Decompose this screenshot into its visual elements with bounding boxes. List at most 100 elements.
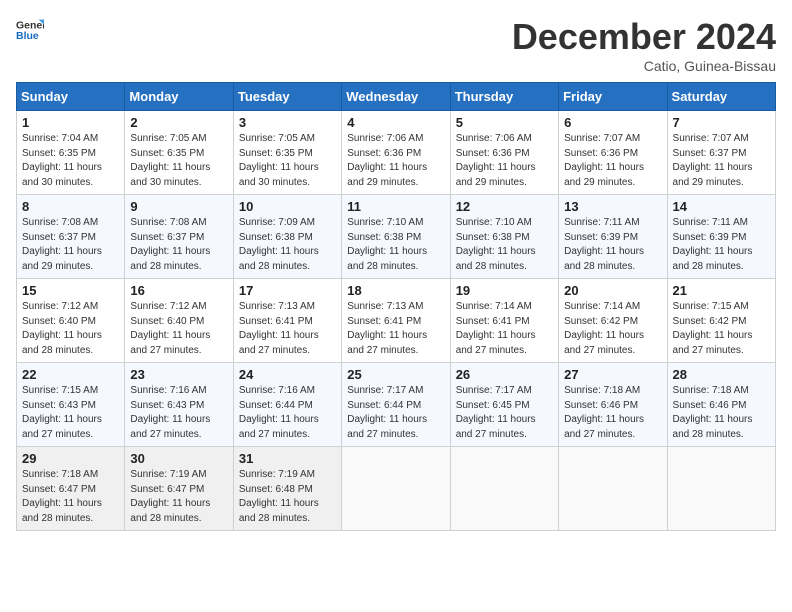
weekday-header-monday: Monday bbox=[125, 83, 233, 111]
calendar-cell: 18Sunrise: 7:13 AM Sunset: 6:41 PM Dayli… bbox=[342, 279, 450, 363]
day-number: 25 bbox=[347, 367, 444, 382]
day-detail: Sunrise: 7:16 AM Sunset: 6:43 PM Dayligh… bbox=[130, 384, 227, 442]
day-detail: Sunrise: 7:18 AM Sunset: 6:46 PM Dayligh… bbox=[673, 384, 770, 442]
day-number: 13 bbox=[564, 199, 661, 214]
day-number: 27 bbox=[564, 367, 661, 382]
day-number: 26 bbox=[456, 367, 553, 382]
location-title: Catio, Guinea-Bissau bbox=[512, 58, 776, 74]
calendar-cell: 26Sunrise: 7:17 AM Sunset: 6:45 PM Dayli… bbox=[450, 363, 558, 447]
day-detail: Sunrise: 7:06 AM Sunset: 6:36 PM Dayligh… bbox=[347, 132, 444, 190]
day-number: 4 bbox=[347, 115, 444, 130]
calendar-cell: 20 Sunrise: 7:14 AM Sunset: 6:42 PM Dayli… bbox=[559, 279, 667, 363]
calendar-cell: 11Sunrise: 7:10 AM Sunset: 6:38 PM Dayli… bbox=[342, 195, 450, 279]
day-detail: Sunrise: 7:05 AM Sunset: 6:35 PM Dayligh… bbox=[239, 132, 336, 190]
day-number: 18 bbox=[347, 283, 444, 298]
day-number: 10 bbox=[239, 199, 336, 214]
day-number: 6 bbox=[564, 115, 661, 130]
calendar-cell: 25Sunrise: 7:17 AM Sunset: 6:44 PM Dayli… bbox=[342, 363, 450, 447]
day-detail: Sunrise: 7:13 AM Sunset: 6:41 PM Dayligh… bbox=[239, 300, 336, 358]
calendar-cell: 3 Sunrise: 7:05 AM Sunset: 6:35 PM Daylig… bbox=[233, 111, 341, 195]
day-number: 19 bbox=[456, 283, 553, 298]
weekday-header-saturday: Saturday bbox=[667, 83, 775, 111]
day-number: 14 bbox=[673, 199, 770, 214]
calendar-cell bbox=[667, 447, 775, 531]
day-number: 17 bbox=[239, 283, 336, 298]
day-detail: Sunrise: 7:19 AM Sunset: 6:48 PM Dayligh… bbox=[239, 468, 336, 526]
calendar-cell: 30 Sunrise: 7:19 AM Sunset: 6:47 PM Dayli… bbox=[125, 447, 233, 531]
day-detail: Sunrise: 7:14 AM Sunset: 6:41 PM Dayligh… bbox=[456, 300, 553, 358]
day-detail: Sunrise: 7:08 AM Sunset: 6:37 PM Dayligh… bbox=[22, 216, 119, 274]
svg-text:Blue: Blue bbox=[16, 30, 39, 42]
day-detail: Sunrise: 7:04 AM Sunset: 6:35 PM Dayligh… bbox=[22, 132, 119, 190]
logo-icon: General Blue bbox=[16, 16, 44, 44]
calendar-cell bbox=[450, 447, 558, 531]
calendar-week-row: 8 Sunrise: 7:08 AM Sunset: 6:37 PM Daylig… bbox=[17, 195, 776, 279]
day-number: 24 bbox=[239, 367, 336, 382]
calendar-cell: 4 Sunrise: 7:06 AM Sunset: 6:36 PM Daylig… bbox=[342, 111, 450, 195]
day-number: 23 bbox=[130, 367, 227, 382]
calendar-cell: 27 Sunrise: 7:18 AM Sunset: 6:46 PM Dayli… bbox=[559, 363, 667, 447]
calendar-cell: 23 Sunrise: 7:16 AM Sunset: 6:43 PM Dayli… bbox=[125, 363, 233, 447]
day-number: 15 bbox=[22, 283, 119, 298]
calendar-cell: 21Sunrise: 7:15 AM Sunset: 6:42 PM Dayli… bbox=[667, 279, 775, 363]
calendar-cell: 16 Sunrise: 7:12 AM Sunset: 6:40 PM Dayli… bbox=[125, 279, 233, 363]
calendar-week-row: 22Sunrise: 7:15 AM Sunset: 6:43 PM Dayli… bbox=[17, 363, 776, 447]
calendar-cell: 8 Sunrise: 7:08 AM Sunset: 6:37 PM Daylig… bbox=[17, 195, 125, 279]
calendar-cell: 17 Sunrise: 7:13 AM Sunset: 6:41 PM Dayli… bbox=[233, 279, 341, 363]
day-detail: Sunrise: 7:15 AM Sunset: 6:43 PM Dayligh… bbox=[22, 384, 119, 442]
calendar-cell: 6 Sunrise: 7:07 AM Sunset: 6:36 PM Daylig… bbox=[559, 111, 667, 195]
calendar-cell: 7Sunrise: 7:07 AM Sunset: 6:37 PM Daylig… bbox=[667, 111, 775, 195]
day-number: 28 bbox=[673, 367, 770, 382]
month-title: December 2024 bbox=[512, 16, 776, 58]
title-block: December 2024 Catio, Guinea-Bissau bbox=[512, 16, 776, 74]
day-detail: Sunrise: 7:18 AM Sunset: 6:47 PM Dayligh… bbox=[22, 468, 119, 526]
logo: General Blue bbox=[16, 16, 44, 44]
calendar-week-row: 1 Sunrise: 7:04 AM Sunset: 6:35 PM Daylig… bbox=[17, 111, 776, 195]
day-detail: Sunrise: 7:09 AM Sunset: 6:38 PM Dayligh… bbox=[239, 216, 336, 274]
weekday-header-row: SundayMondayTuesdayWednesdayThursdayFrid… bbox=[17, 83, 776, 111]
weekday-header-tuesday: Tuesday bbox=[233, 83, 341, 111]
day-number: 16 bbox=[130, 283, 227, 298]
day-number: 12 bbox=[456, 199, 553, 214]
day-number: 1 bbox=[22, 115, 119, 130]
calendar-week-row: 15 Sunrise: 7:12 AM Sunset: 6:40 PM Dayli… bbox=[17, 279, 776, 363]
day-detail: Sunrise: 7:12 AM Sunset: 6:40 PM Dayligh… bbox=[22, 300, 119, 358]
calendar-cell bbox=[559, 447, 667, 531]
calendar-cell: 1 Sunrise: 7:04 AM Sunset: 6:35 PM Daylig… bbox=[17, 111, 125, 195]
calendar-cell: 13 Sunrise: 7:11 AM Sunset: 6:39 PM Dayli… bbox=[559, 195, 667, 279]
day-number: 31 bbox=[239, 451, 336, 466]
weekday-header-friday: Friday bbox=[559, 83, 667, 111]
weekday-header-wednesday: Wednesday bbox=[342, 83, 450, 111]
calendar-cell: 5Sunrise: 7:06 AM Sunset: 6:36 PM Daylig… bbox=[450, 111, 558, 195]
calendar-cell: 31 Sunrise: 7:19 AM Sunset: 6:48 PM Dayli… bbox=[233, 447, 341, 531]
day-detail: Sunrise: 7:11 AM Sunset: 6:39 PM Dayligh… bbox=[564, 216, 661, 274]
day-detail: Sunrise: 7:11 AM Sunset: 6:39 PM Dayligh… bbox=[673, 216, 770, 274]
day-detail: Sunrise: 7:19 AM Sunset: 6:47 PM Dayligh… bbox=[130, 468, 227, 526]
calendar-table: SundayMondayTuesdayWednesdayThursdayFrid… bbox=[16, 82, 776, 531]
calendar-cell: 9 Sunrise: 7:08 AM Sunset: 6:37 PM Daylig… bbox=[125, 195, 233, 279]
day-number: 21 bbox=[673, 283, 770, 298]
calendar-cell: 15 Sunrise: 7:12 AM Sunset: 6:40 PM Dayli… bbox=[17, 279, 125, 363]
day-detail: Sunrise: 7:07 AM Sunset: 6:36 PM Dayligh… bbox=[564, 132, 661, 190]
day-number: 2 bbox=[130, 115, 227, 130]
day-detail: Sunrise: 7:12 AM Sunset: 6:40 PM Dayligh… bbox=[130, 300, 227, 358]
calendar-cell: 28 Sunrise: 7:18 AM Sunset: 6:46 PM Dayli… bbox=[667, 363, 775, 447]
calendar-cell: 24 Sunrise: 7:16 AM Sunset: 6:44 PM Dayli… bbox=[233, 363, 341, 447]
day-detail: Sunrise: 7:08 AM Sunset: 6:37 PM Dayligh… bbox=[130, 216, 227, 274]
day-detail: Sunrise: 7:16 AM Sunset: 6:44 PM Dayligh… bbox=[239, 384, 336, 442]
day-number: 29 bbox=[22, 451, 119, 466]
day-number: 9 bbox=[130, 199, 227, 214]
page-header: General Blue December 2024 Catio, Guinea… bbox=[16, 16, 776, 74]
day-detail: Sunrise: 7:07 AM Sunset: 6:37 PM Dayligh… bbox=[673, 132, 770, 190]
day-detail: Sunrise: 7:14 AM Sunset: 6:42 PM Dayligh… bbox=[564, 300, 661, 358]
weekday-header-thursday: Thursday bbox=[450, 83, 558, 111]
day-detail: Sunrise: 7:18 AM Sunset: 6:46 PM Dayligh… bbox=[564, 384, 661, 442]
day-number: 30 bbox=[130, 451, 227, 466]
day-detail: Sunrise: 7:05 AM Sunset: 6:35 PM Dayligh… bbox=[130, 132, 227, 190]
day-number: 11 bbox=[347, 199, 444, 214]
day-number: 20 bbox=[564, 283, 661, 298]
calendar-cell bbox=[342, 447, 450, 531]
day-number: 5 bbox=[456, 115, 553, 130]
day-number: 3 bbox=[239, 115, 336, 130]
day-number: 8 bbox=[22, 199, 119, 214]
